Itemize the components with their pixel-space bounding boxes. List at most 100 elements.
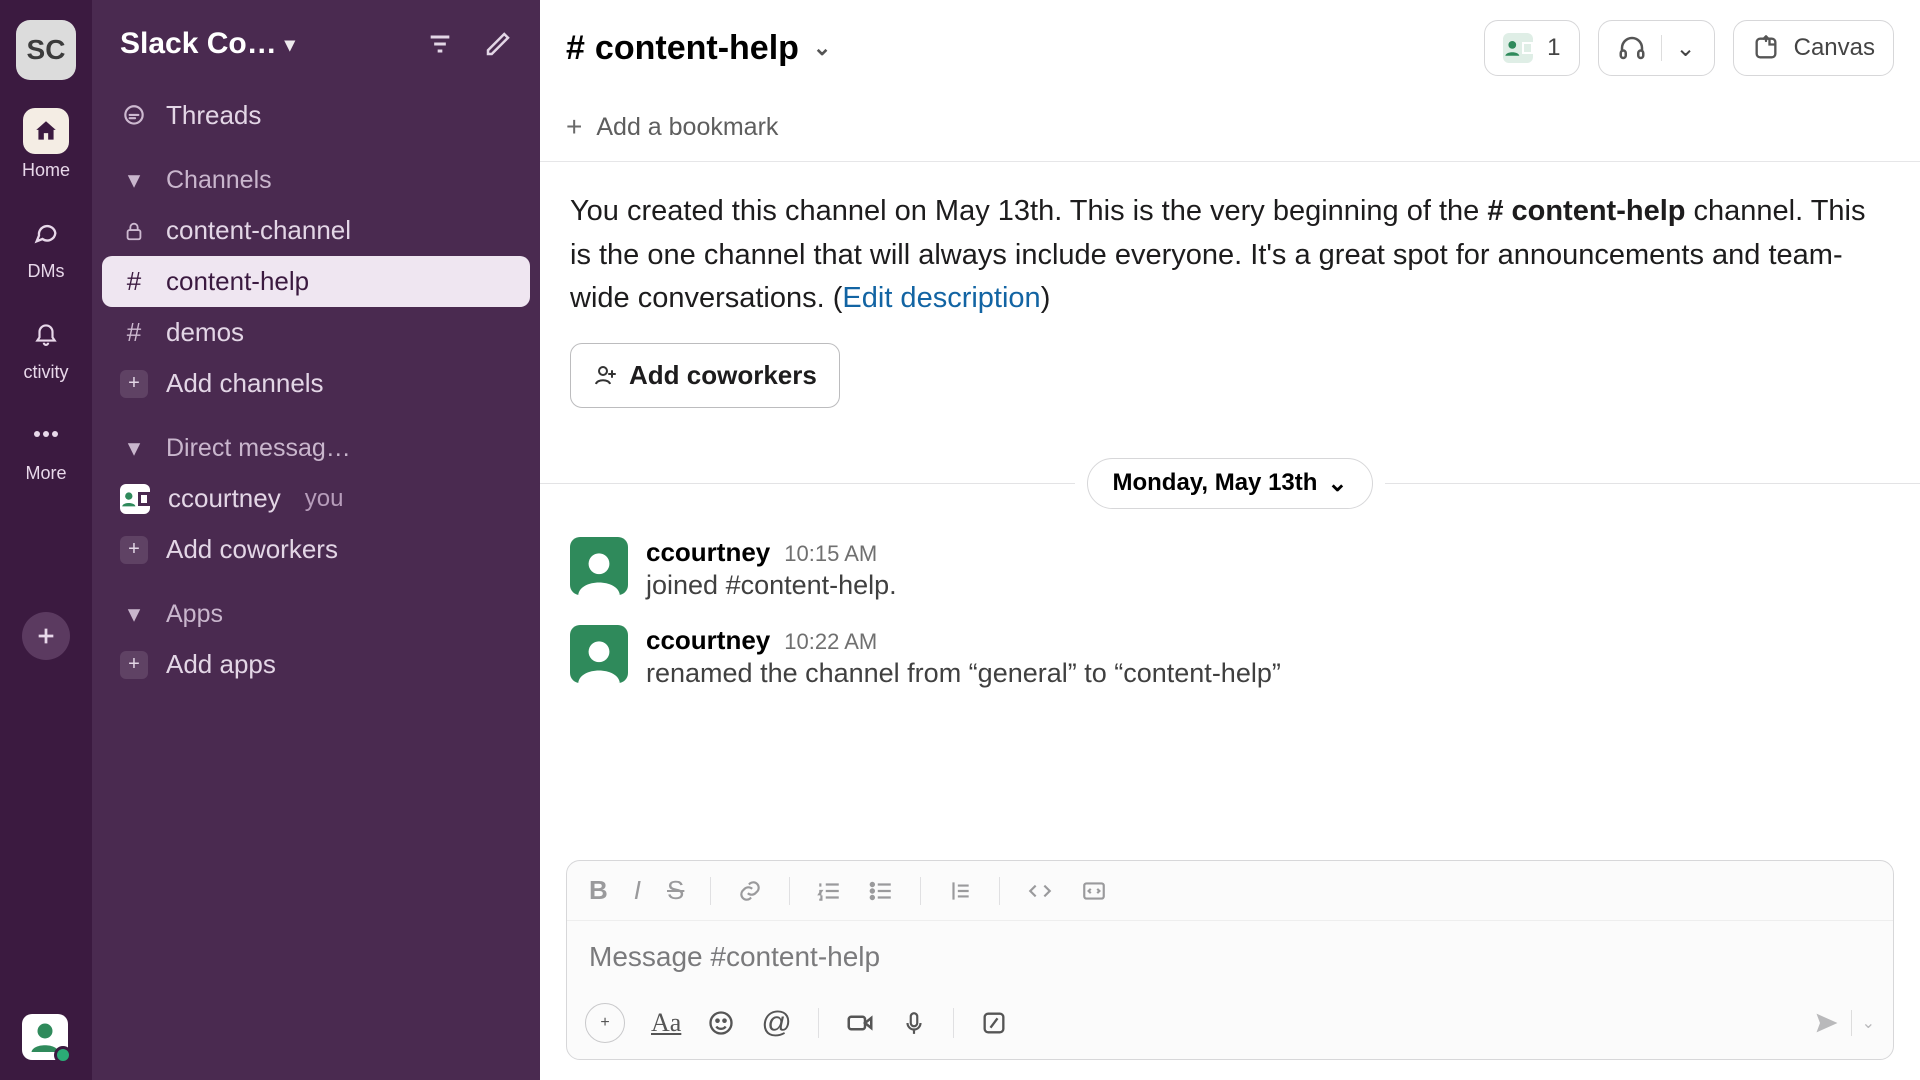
avatar — [1503, 33, 1533, 63]
presence-dot-icon — [138, 492, 150, 506]
add-coworkers[interactable]: + Add coworkers — [102, 524, 530, 575]
dm-section[interactable]: ▾ Direct messag… — [102, 423, 530, 473]
message-author[interactable]: ccourtney — [646, 537, 770, 568]
threads-icon — [120, 103, 148, 129]
canvas-label: Canvas — [1794, 34, 1875, 62]
plus-icon: + — [120, 651, 148, 679]
code-button[interactable] — [1026, 878, 1054, 904]
hash-icon: # — [566, 29, 585, 68]
bullet-list-button[interactable] — [868, 878, 894, 904]
date-pill[interactable]: Monday, May 13th ⌄ — [1087, 458, 1372, 509]
avatar[interactable] — [570, 537, 628, 595]
workspace-name[interactable]: Slack Co… ▾ — [120, 27, 404, 61]
filter-button[interactable] — [418, 22, 462, 66]
add-apps-label: Add apps — [166, 649, 276, 680]
dm-ccourtney[interactable]: ccourtney you — [102, 473, 530, 524]
strike-button[interactable]: S — [667, 875, 684, 906]
rail-home[interactable]: Home — [0, 108, 92, 181]
channel-label: content-channel — [166, 215, 351, 246]
lock-icon — [120, 220, 148, 242]
channel-title[interactable]: # content-help ⌄ — [566, 29, 831, 68]
plus-icon: + — [566, 111, 582, 143]
channels-header: Channels — [166, 166, 272, 195]
message-row: ccourtney 10:22 AM renamed the channel f… — [540, 619, 1920, 707]
threads-label: Threads — [166, 100, 261, 131]
ordered-list-button[interactable] — [816, 878, 842, 904]
intro-text: You created this channel on May 13th. Th… — [570, 195, 1487, 227]
bold-button[interactable]: B — [589, 875, 608, 906]
chevron-down-icon: ⌄ — [1676, 34, 1696, 63]
member-count: 1 — [1547, 34, 1560, 62]
edit-description-link[interactable]: Edit description — [842, 282, 1040, 314]
avatar — [120, 484, 150, 514]
add-bookmark[interactable]: + Add a bookmark — [540, 97, 1920, 162]
apps-section[interactable]: ▾ Apps — [102, 589, 530, 639]
add-coworkers-button[interactable]: Add coworkers — [570, 343, 840, 408]
channels-section[interactable]: ▾ Channels — [102, 155, 530, 205]
dm-label: ccourtney — [168, 483, 281, 514]
audio-button[interactable] — [901, 1008, 927, 1038]
chevron-down-icon: ⌄ — [1327, 469, 1347, 498]
shortcut-button[interactable] — [980, 1009, 1008, 1037]
rail-dms[interactable]: DMs — [0, 209, 92, 282]
caret-down-icon: ▾ — [120, 165, 148, 195]
avatar[interactable] — [570, 625, 628, 683]
apps-header: Apps — [166, 600, 223, 629]
mention-button[interactable]: @ — [761, 1006, 791, 1040]
blockquote-button[interactable] — [947, 878, 973, 904]
codeblock-button[interactable] — [1080, 878, 1108, 904]
message-time: 10:15 AM — [784, 541, 877, 567]
threads-link[interactable]: Threads — [102, 90, 530, 141]
add-coworkers-label: Add coworkers — [166, 534, 338, 565]
italic-button[interactable]: I — [634, 875, 641, 906]
compose-button[interactable] — [476, 22, 520, 66]
channel-content-channel[interactable]: content-channel — [102, 205, 530, 256]
format-toolbar: B I S — [567, 861, 1893, 921]
format-toggle-button[interactable]: Aa — [651, 1008, 681, 1038]
add-channels-label: Add channels — [166, 368, 324, 399]
left-rail: SC Home DMs ctivity More — [0, 0, 92, 1080]
video-button[interactable] — [845, 1008, 875, 1038]
intro-channel-name: # content-help — [1487, 195, 1685, 227]
huddle-button[interactable]: ⌄ — [1598, 20, 1715, 76]
message-author[interactable]: ccourtney — [646, 625, 770, 656]
message-text: renamed the channel from “general” to “c… — [646, 658, 1281, 689]
caret-down-icon: ▾ — [120, 599, 148, 629]
workspace-switcher[interactable]: SC — [16, 20, 76, 80]
send-button[interactable]: ⌄ — [1813, 1009, 1875, 1037]
chevron-down-icon: ⌄ — [813, 35, 831, 61]
members-button[interactable]: 1 — [1484, 20, 1579, 76]
channel-header: # content-help ⌄ 1 ⌄ Canvas — [540, 0, 1920, 97]
channel-content-help[interactable]: # content-help — [102, 256, 530, 307]
add-apps[interactable]: + Add apps — [102, 639, 530, 690]
link-button[interactable] — [737, 878, 763, 904]
attach-button[interactable]: + — [585, 1003, 625, 1043]
canvas-button[interactable]: Canvas — [1733, 20, 1894, 76]
canvas-icon — [1752, 34, 1780, 62]
rail-dms-label: DMs — [28, 261, 65, 282]
rail-more-label: More — [25, 463, 66, 484]
main-pane: # content-help ⌄ 1 ⌄ Canvas + — [540, 0, 1920, 1080]
more-icon — [23, 411, 69, 457]
emoji-button[interactable] — [707, 1009, 735, 1037]
chevron-down-icon[interactable]: ⌄ — [1862, 1013, 1875, 1033]
rail-more[interactable]: More — [0, 411, 92, 484]
intro-text: ) — [1041, 282, 1051, 314]
you-label: you — [305, 485, 344, 513]
rail-create[interactable] — [22, 612, 70, 660]
channel-intro: You created this channel on May 13th. Th… — [540, 162, 1920, 422]
channel-demos[interactable]: # demos — [102, 307, 530, 358]
channel-name: content-help — [595, 29, 799, 68]
hash-icon: # — [120, 266, 148, 297]
add-coworkers-label: Add coworkers — [629, 356, 817, 395]
home-icon — [23, 108, 69, 154]
rail-activity[interactable]: ctivity — [0, 310, 92, 383]
hash-icon: # — [120, 317, 148, 348]
message-input[interactable]: Message #content-help — [567, 921, 1893, 993]
presence-dot-icon — [1522, 42, 1533, 54]
add-channels[interactable]: + Add channels — [102, 358, 530, 409]
rail-user-avatar[interactable] — [22, 1014, 68, 1060]
message-text: joined #content-help. — [646, 570, 897, 601]
dms-icon — [23, 209, 69, 255]
message-time: 10:22 AM — [784, 629, 877, 655]
